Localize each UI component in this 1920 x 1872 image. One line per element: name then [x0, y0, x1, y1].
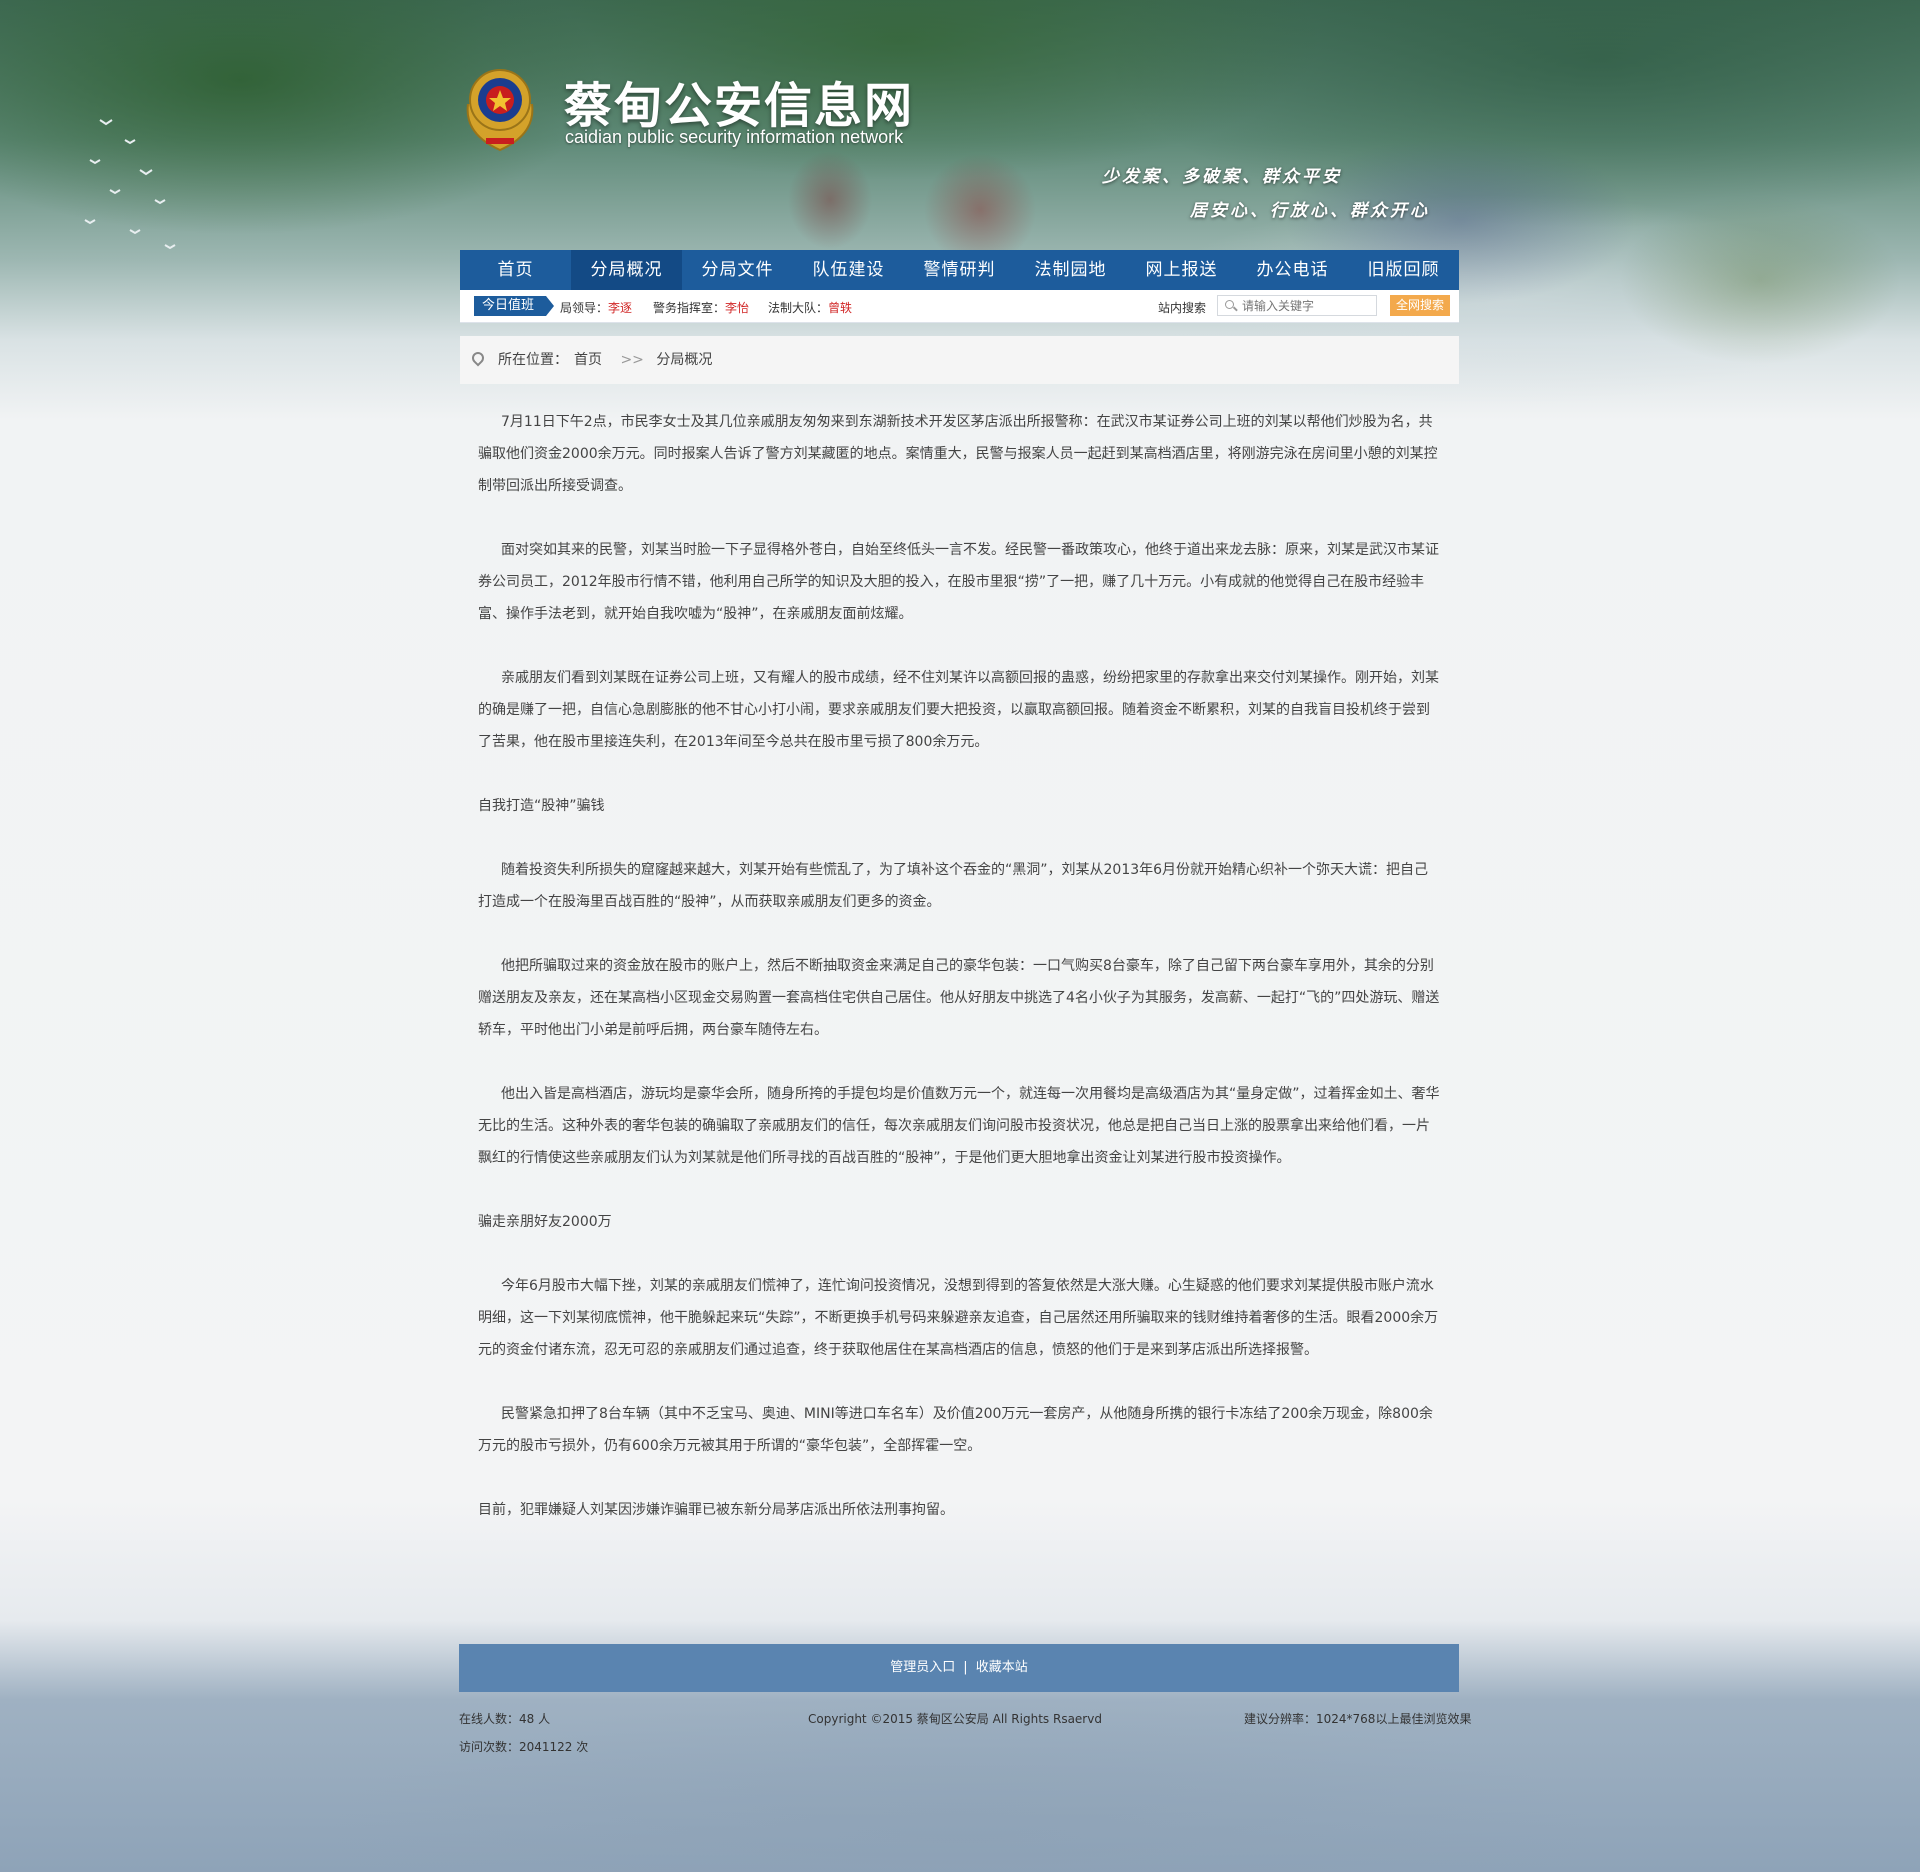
article-paragraph: 7月11日下午2点，市民李女士及其几位亲戚朋友匆匆来到东湖新技术开发区茅店派出所…: [478, 414, 1438, 494]
slogan-line-2: 居安心、行放心、群众开心: [1190, 201, 1430, 221]
duty-name: 李怡: [725, 301, 750, 315]
article-paragraph: 目前，犯罪嫌疑人刘某因涉嫌诈骗罪已被东新分局茅店派出所依法刑事拘留。: [478, 1502, 954, 1518]
article-paragraph: 随着投资失利所损失的窟窿越来越大，刘某开始有些慌乱了，为了填补这个吞金的“黑洞”…: [478, 862, 1429, 910]
duty-leader-3: 法制大队：曾轶: [768, 299, 852, 316]
nav-item-police-analysis[interactable]: 警情研判: [904, 250, 1015, 290]
duty-leader-1: 局领导：李逐: [560, 299, 632, 316]
nav-item-legal-garden[interactable]: 法制园地: [1015, 250, 1126, 290]
copyright: Copyright ©2015 蔡甸区公安局 All Rights Rsaerv…: [808, 1712, 1102, 1726]
duty-role: 警务指挥室：: [653, 301, 726, 315]
duty-leader-2: 警务指挥室：李怡: [653, 299, 749, 316]
birds-decoration: [84, 119, 176, 250]
article-paragraph: 面对突如其来的民警，刘某当时脸一下子显得格外苍白，自始至终低头一言不发。经民警一…: [478, 542, 1439, 622]
admin-entry-link[interactable]: 管理员入口: [890, 1660, 955, 1675]
location-pin-icon: [469, 349, 487, 367]
site-subtitle: caidian public security information netw…: [565, 127, 904, 147]
site-search-label: 站内搜索: [1158, 301, 1207, 315]
article-paragraph: 今年6月股市大幅下挫，刘某的亲戚朋友们慌神了，连忙询问投资情况，没想到得到的答复…: [478, 1278, 1439, 1358]
nav-item-online-report[interactable]: 网上报送: [1126, 250, 1237, 290]
breadcrumb: 所在位置： 首页 >> 分局概况: [460, 336, 1459, 384]
duty-bar: 今日值班 局领导：李逐 警务指挥室：李怡 法制大队：曾轶 站内搜索 全网搜索: [460, 290, 1459, 323]
resolution-note: 建议分辨率：1024*768以上最佳浏览效果: [1244, 1712, 1472, 1726]
bookmark-site-link[interactable]: 收藏本站: [976, 1660, 1028, 1675]
nav-item-team-building[interactable]: 队伍建设: [793, 250, 904, 290]
nav-item-home[interactable]: 首页: [460, 250, 571, 290]
article-subheading: 自我打造“股神”骗钱: [478, 798, 605, 814]
nav-item-old-version[interactable]: 旧版回顾: [1348, 250, 1459, 290]
article-body: 7月11日下午2点，市民李女士及其几位亲戚朋友匆匆来到东湖新技术开发区茅店派出所…: [478, 406, 1440, 1558]
duty-name: 曾轶: [828, 301, 853, 315]
breadcrumb-prefix: 所在位置：: [498, 352, 568, 368]
nav-item-office-phone[interactable]: 办公电话: [1237, 250, 1348, 290]
duty-role: 局领导：: [560, 301, 609, 315]
breadcrumb-separator: >>: [620, 352, 644, 368]
search-input[interactable]: [1217, 295, 1377, 316]
visit-count: 访问次数：2041122 次: [459, 1740, 589, 1754]
duty-role: 法制大队：: [768, 301, 829, 315]
search-button[interactable]: 全网搜索: [1390, 295, 1450, 316]
article-paragraph: 他把所骗取过来的资金放在股市的账户上，然后不断抽取资金来满足自己的豪华包装：一口…: [478, 958, 1440, 1038]
article-paragraph: 他出入皆是高档酒店，游玩均是豪华会所，随身所挎的手提包均是价值数万元一个，就连每…: [478, 1086, 1440, 1166]
nav-item-branch-overview[interactable]: 分局概况: [571, 250, 682, 290]
main-navigation: 首页 分局概况 分局文件 队伍建设 警情研判 法制园地 网上报送 办公电话 旧版…: [460, 250, 1459, 290]
article-paragraph: 亲戚朋友们看到刘某既在证券公司上班，又有耀人的股市成绩，经不住刘某许以高额回报的…: [478, 670, 1439, 750]
site-title: 蔡甸公安信息网: [564, 78, 915, 134]
search-icon: [1225, 300, 1234, 309]
nav-item-branch-documents[interactable]: 分局文件: [682, 250, 793, 290]
breadcrumb-current: 分局概况: [656, 352, 713, 368]
footer-bar: 管理员入口 | 收藏本站: [459, 1644, 1459, 1692]
today-duty-tag: 今日值班: [474, 296, 555, 316]
duty-name: 李逐: [608, 301, 633, 315]
online-count: 在线人数：48 人: [459, 1712, 551, 1726]
article-subheading: 骗走亲朋好友2000万: [478, 1214, 612, 1230]
footer-divider: |: [963, 1660, 968, 1675]
police-emblem-logo: [466, 69, 534, 152]
slogan-line-1: 少发案、多破案、群众平安: [1102, 167, 1342, 187]
article-paragraph: 民警紧急扣押了8台车辆（其中不乏宝马、奥迪、MINI等进口车名车）及价值200万…: [478, 1406, 1433, 1454]
breadcrumb-home-link[interactable]: 首页: [574, 352, 602, 368]
